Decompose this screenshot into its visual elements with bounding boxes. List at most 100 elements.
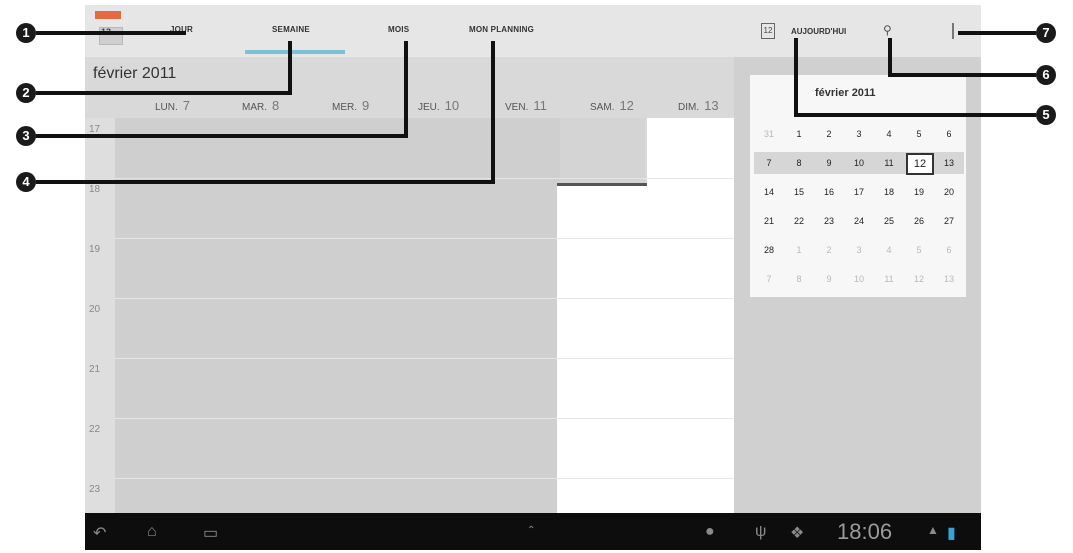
current-time-line (557, 183, 647, 186)
hour-label: 18 (89, 184, 101, 195)
selected-tab-indicator (245, 50, 345, 54)
mini-day[interactable]: 3 (844, 123, 874, 145)
day-header-sat[interactable]: SAM. 12 (590, 98, 677, 118)
day-name: LUN. (155, 102, 178, 113)
battery-icon: ▮ (947, 525, 956, 542)
recent-apps-icon[interactable]: ▭ (203, 523, 218, 543)
mini-calendar: février 2011 31 1 2 3 4 5 6 7 8 9 10 11 … (750, 75, 966, 297)
mini-day[interactable]: 8 (784, 152, 814, 174)
mini-day[interactable]: 14 (754, 181, 784, 203)
callout-4: 4 (16, 172, 36, 192)
mini-day[interactable]: 12 (904, 268, 934, 290)
hour-label: 20 (89, 304, 101, 315)
mini-day[interactable]: 18 (874, 181, 904, 203)
tab-mois[interactable]: MOIS (388, 25, 409, 34)
mini-week-row: 21 22 23 24 25 26 27 (754, 210, 964, 232)
home-icon[interactable]: ⌂ (147, 523, 157, 541)
tab-semaine[interactable]: SEMAINE (272, 25, 310, 34)
search-icon[interactable]: ⚲ (883, 23, 892, 37)
mini-day[interactable]: 27 (934, 210, 964, 232)
mini-day[interactable]: 11 (874, 268, 904, 290)
action-bar: 13 JOUR SEMAINE MOIS MON PLANNING 12 AUJ… (85, 5, 981, 57)
overflow-menu-icon[interactable] (952, 23, 957, 39)
mini-day[interactable]: 9 (814, 268, 844, 290)
mini-day[interactable]: 5 (904, 239, 934, 261)
notification-icon[interactable]: ● (705, 523, 715, 541)
calendar-today-icon[interactable]: 12 (761, 23, 775, 39)
callout-line (404, 41, 408, 138)
mini-week-row-current: 7 8 9 10 11 12 13 (754, 152, 964, 175)
callout-line (288, 41, 292, 95)
mini-day[interactable]: 9 (814, 152, 844, 174)
callout-3: 3 (16, 126, 36, 146)
up-arrow-icon[interactable]: ⌃ (527, 525, 535, 536)
mini-day[interactable]: 22 (784, 210, 814, 232)
day-header-fri[interactable]: VEN. 11 (505, 98, 592, 118)
mini-day[interactable]: 11 (874, 152, 904, 174)
mini-day[interactable]: 1 (784, 239, 814, 261)
callout-line (36, 91, 292, 95)
mini-week-row: 28 1 2 3 4 5 6 (754, 239, 964, 261)
callout-5: 5 (1036, 105, 1056, 125)
tab-mon-planning[interactable]: MON PLANNING (469, 25, 534, 34)
mini-day[interactable]: 15 (784, 181, 814, 203)
callout-6: 6 (1036, 65, 1056, 85)
mini-day[interactable]: 16 (814, 181, 844, 203)
saturday-future-area[interactable] (557, 183, 647, 513)
mini-day[interactable]: 20 (934, 181, 964, 203)
mini-day[interactable]: 19 (904, 181, 934, 203)
day-number: 7 (182, 98, 191, 113)
usb-icon[interactable]: ψ (755, 523, 766, 541)
mini-day[interactable]: 7 (754, 152, 784, 174)
mini-day[interactable]: 6 (934, 123, 964, 145)
mini-day[interactable]: 10 (844, 268, 874, 290)
callout-line (36, 180, 495, 184)
day-header-tue[interactable]: MAR. 8 (242, 98, 329, 118)
mini-day[interactable]: 2 (814, 239, 844, 261)
mini-day[interactable]: 4 (874, 239, 904, 261)
mini-day[interactable]: 26 (904, 210, 934, 232)
day-name: MAR. (242, 102, 267, 113)
system-clock[interactable]: 18:06 (837, 519, 892, 545)
mini-day[interactable]: 13 (934, 268, 964, 290)
mini-day[interactable]: 1 (784, 123, 814, 145)
mini-day[interactable]: 25 (874, 210, 904, 232)
signal-icon: ▲ (927, 523, 939, 537)
mini-day[interactable]: 2 (814, 123, 844, 145)
mini-day[interactable]: 23 (814, 210, 844, 232)
callout-line (888, 73, 1036, 77)
download-icon[interactable]: ❖ (790, 523, 804, 543)
hour-label: 21 (89, 364, 101, 375)
mini-calendar-title: février 2011 (815, 87, 876, 99)
mini-day[interactable]: 10 (844, 152, 874, 174)
hour-label: 22 (89, 424, 101, 435)
mini-day[interactable]: 6 (934, 239, 964, 261)
mini-week-row: 14 15 16 17 18 19 20 (754, 181, 964, 203)
mini-day[interactable]: 8 (784, 268, 814, 290)
mini-day[interactable]: 4 (874, 123, 904, 145)
today-button[interactable]: AUJOURD'HUI (791, 27, 846, 36)
mini-day[interactable]: 13 (934, 152, 964, 174)
mini-day[interactable]: 24 (844, 210, 874, 232)
hour-divider (115, 478, 734, 479)
mini-day[interactable]: 31 (754, 123, 784, 145)
hour-label: 23 (89, 484, 101, 495)
day-name: DIM. (678, 102, 700, 113)
mini-day[interactable]: 3 (844, 239, 874, 261)
mini-day[interactable]: 17 (844, 181, 874, 203)
system-bar: ↶ ⌂ ▭ ⌃ ● ψ ❖ 18:06 ▲ ▮ (85, 513, 981, 550)
mini-day-today[interactable]: 12 (906, 153, 934, 175)
app-icon-tab (95, 11, 121, 19)
back-icon[interactable]: ↶ (93, 523, 106, 543)
mini-day[interactable]: 5 (904, 123, 934, 145)
mini-week-row: 7 8 9 10 11 12 13 (754, 268, 964, 290)
day-header-mon[interactable]: LUN. 7 (155, 98, 242, 118)
hour-divider (115, 418, 734, 419)
day-name: JEU. (418, 102, 440, 113)
mini-day[interactable]: 7 (754, 268, 784, 290)
mini-day[interactable]: 28 (754, 239, 784, 261)
mini-day[interactable]: 21 (754, 210, 784, 232)
day-number: 9 (362, 98, 370, 113)
hour-divider (115, 238, 734, 239)
calendar-app-icon[interactable]: 13 (91, 11, 123, 47)
